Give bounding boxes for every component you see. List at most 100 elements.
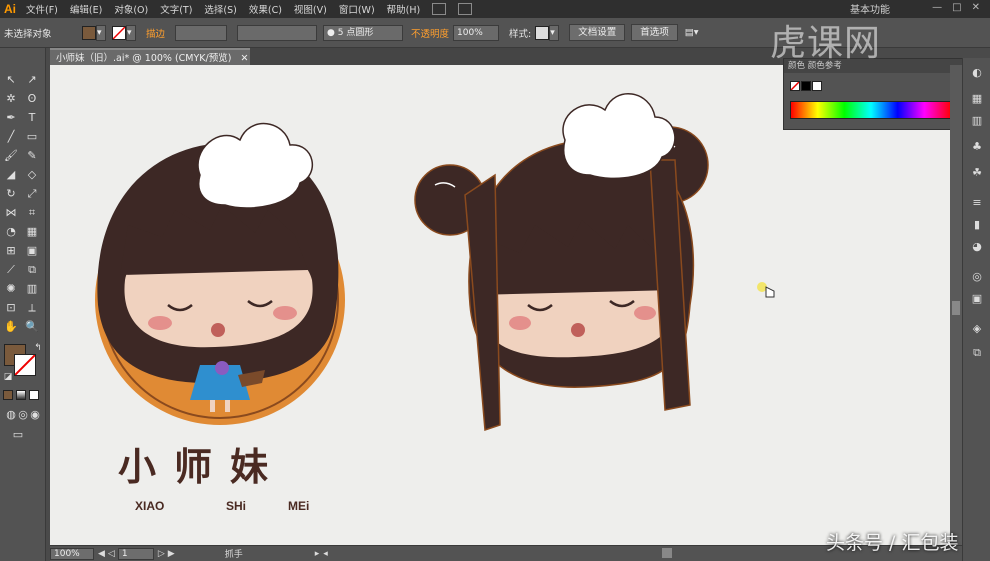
vertical-scroll-thumb[interactable] xyxy=(952,301,960,315)
stroke-label[interactable]: 描边 xyxy=(146,26,165,40)
direct-selection-tool-icon[interactable]: ↗ xyxy=(24,73,40,87)
slice-tool-icon[interactable]: ⟂ xyxy=(24,301,40,315)
draw-inside-icon[interactable]: ◉ xyxy=(27,408,43,422)
scale-tool-icon[interactable]: ⤢ xyxy=(24,187,40,201)
character-1[interactable] xyxy=(95,123,345,425)
fill-dropdown[interactable]: ▾ xyxy=(96,24,106,41)
gradient-icon[interactable]: ▮ xyxy=(970,218,984,232)
opacity-label[interactable]: 不透明度 xyxy=(411,26,449,40)
rectangle-tool-icon[interactable]: ▭ xyxy=(24,130,40,144)
next-artboard-icon[interactable]: ▷ xyxy=(158,549,165,559)
graphic-styles-icon[interactable]: ▣ xyxy=(970,292,984,306)
blob-brush-tool-icon[interactable]: ◢ xyxy=(3,168,19,182)
swap-colors-icon[interactable]: ↰ xyxy=(30,341,46,355)
arrange-icon[interactable]: ▤▾ xyxy=(685,27,699,38)
last-artboard-icon[interactable]: ▶ xyxy=(168,549,175,559)
color-guide-icon[interactable]: ▦ xyxy=(970,92,984,106)
status-menu-icon[interactable]: ▸ xyxy=(315,549,320,559)
menu-edit[interactable]: 编辑(E) xyxy=(64,2,108,16)
gradient-tool-icon[interactable]: ▣ xyxy=(24,244,40,258)
zoom-tool-icon[interactable]: 🔍 xyxy=(24,320,40,334)
variable-width-dropdown[interactable] xyxy=(237,24,318,41)
menu-effect[interactable]: 效果(C) xyxy=(243,2,288,16)
bridge-icon[interactable] xyxy=(432,3,447,15)
brushes-icon[interactable]: ♣ xyxy=(970,140,984,154)
layers-icon[interactable]: ◈ xyxy=(970,322,984,336)
document-setup-button[interactable]: 文档设置 xyxy=(569,24,626,41)
preferences-button[interactable]: 首选项 xyxy=(631,24,678,41)
stroke-color-box[interactable] xyxy=(14,354,36,376)
document-tab[interactable]: 小师妹（旧）.ai* @ 100% (CMYK/预览) ✕ xyxy=(50,48,250,65)
artboard-tool-icon[interactable]: ⊡ xyxy=(3,301,19,315)
swatches-icon[interactable]: ▥ xyxy=(970,114,984,128)
menu-window[interactable]: 窗口(W) xyxy=(333,2,381,16)
close-icon[interactable]: ✕ xyxy=(972,2,980,13)
eraser-tool-icon[interactable]: ◇ xyxy=(24,168,40,182)
color-mode-icon[interactable] xyxy=(3,390,13,400)
screen-mode-icon[interactable]: ▭ xyxy=(10,428,26,442)
vertical-scrollbar[interactable] xyxy=(950,65,962,545)
paintbrush-tool-icon[interactable]: 🖌 xyxy=(3,149,19,163)
pencil-tool-icon[interactable]: ✎ xyxy=(24,149,40,163)
black-swatch[interactable] xyxy=(801,81,811,91)
minimize-icon[interactable]: — xyxy=(932,2,942,13)
pen-tool-icon[interactable]: ✒ xyxy=(3,111,19,125)
color-spectrum[interactable] xyxy=(790,101,952,119)
transparency-icon[interactable]: ◕ xyxy=(970,240,984,254)
style-dropdown[interactable]: ▾ xyxy=(549,24,560,41)
horizontal-scroll-thumb[interactable] xyxy=(662,548,672,558)
artboard-canvas[interactable]: 小师妹 XIAO SHi MEi xyxy=(50,65,950,545)
stroke-weight-input[interactable] xyxy=(175,24,228,41)
width-tool-icon[interactable]: ⋈ xyxy=(3,206,19,220)
maximize-icon[interactable]: □ xyxy=(952,2,961,13)
column-graph-tool-icon[interactable]: ▥ xyxy=(24,282,40,296)
previous-artboard-icon[interactable]: ◁ xyxy=(108,549,115,559)
symbols-icon[interactable]: ☘ xyxy=(970,166,984,180)
first-artboard-icon[interactable]: ◀ xyxy=(98,549,105,559)
fill-swatch[interactable] xyxy=(82,25,96,40)
logo-group[interactable]: 小师妹 XIAO SHi MEi xyxy=(118,445,309,513)
artboards-icon[interactable]: ⧉ xyxy=(970,346,984,360)
graphic-style-swatch[interactable] xyxy=(535,25,550,40)
free-transform-tool-icon[interactable]: ⌗ xyxy=(24,206,40,220)
blend-tool-icon[interactable]: ⧉ xyxy=(24,263,40,277)
artboard-number-input[interactable]: 1 xyxy=(117,547,154,560)
eyedropper-tool-icon[interactable]: ⟋ xyxy=(3,263,19,277)
stroke-dropdown[interactable]: ▾ xyxy=(126,24,136,41)
none-color-swatch[interactable] xyxy=(790,81,800,91)
appearance-icon[interactable]: ◎ xyxy=(970,270,984,284)
zoom-dropdown[interactable]: 100% xyxy=(50,547,94,560)
menu-object[interactable]: 对象(O) xyxy=(108,2,154,16)
stroke-icon[interactable]: ≡ xyxy=(970,196,984,210)
rotate-tool-icon[interactable]: ↻ xyxy=(3,187,19,201)
white-swatch[interactable] xyxy=(812,81,822,91)
default-colors-icon[interactable]: ◪ xyxy=(0,370,16,384)
color-panel-icon[interactable]: ◐ xyxy=(970,66,984,80)
magic-wand-tool-icon[interactable]: ✲ xyxy=(3,92,19,106)
menu-file[interactable]: 文件(F) xyxy=(20,2,64,16)
menu-help[interactable]: 帮助(H) xyxy=(381,2,427,16)
menu-select[interactable]: 选择(S) xyxy=(198,2,242,16)
color-panel[interactable]: 颜色 颜色参考 xyxy=(783,58,963,130)
none-mode-icon[interactable] xyxy=(29,390,39,400)
hand-tool-icon[interactable]: ✋ xyxy=(3,320,19,334)
brush-definition-dropdown[interactable]: ● 5 点圆形 xyxy=(323,24,404,41)
perspective-grid-tool-icon[interactable]: ▦ xyxy=(24,225,40,239)
stroke-swatch[interactable] xyxy=(112,25,126,40)
mesh-tool-icon[interactable]: ⊞ xyxy=(3,244,19,258)
menu-view[interactable]: 视图(V) xyxy=(288,2,333,16)
shape-builder-tool-icon[interactable]: ◔ xyxy=(3,225,19,239)
opacity-input[interactable]: 100% xyxy=(453,24,500,41)
character-2[interactable] xyxy=(414,93,709,432)
gradient-mode-icon[interactable] xyxy=(16,390,26,400)
type-tool-icon[interactable]: T xyxy=(24,111,40,125)
symbol-sprayer-tool-icon[interactable]: ✺ xyxy=(3,282,19,296)
close-tab-icon[interactable]: ✕ xyxy=(240,53,248,64)
lasso-tool-icon[interactable]: ʘ xyxy=(24,92,40,106)
line-tool-icon[interactable]: ╱ xyxy=(3,130,19,144)
arrange-documents-icon[interactable] xyxy=(458,3,473,15)
menu-type[interactable]: 文字(T) xyxy=(154,2,198,16)
scroll-left-icon[interactable]: ◂ xyxy=(323,549,328,559)
selection-tool-icon[interactable]: ↖ xyxy=(3,73,19,87)
mouth xyxy=(211,323,225,337)
